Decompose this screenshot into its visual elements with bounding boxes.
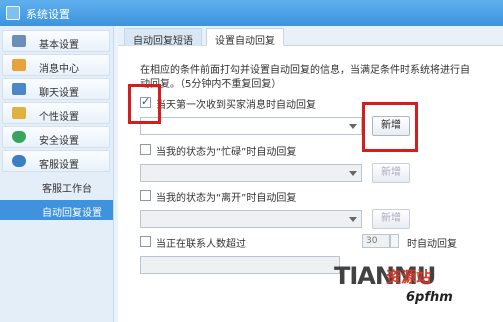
- sidebar-item-messages[interactable]: 消息中心: [2, 54, 110, 76]
- option-contact-count-label: 当正在联系人数超过: [156, 239, 246, 250]
- option-contact-count-checkbox[interactable]: [140, 236, 151, 247]
- sidebar-item-label: 聊天设置: [39, 88, 79, 99]
- sidebar-item-basic[interactable]: 基本设置: [2, 30, 110, 52]
- envelope-icon: [12, 59, 26, 71]
- sidebar-item-label: 客服设置: [39, 160, 79, 171]
- sidebar: 基本设置 消息中心 聊天设置 个性设置 安全设置 客服设置 客服工作台 自动回复…: [0, 26, 114, 322]
- window-title: 系统设置: [26, 8, 70, 21]
- chevron-down-icon: [349, 217, 357, 222]
- sidebar-item-label: 基本设置: [39, 40, 79, 51]
- shield-icon: [12, 131, 26, 143]
- chat-icon: [12, 83, 26, 95]
- sidebar-item-label: 消息中心: [39, 64, 79, 75]
- new-button-disabled[interactable]: 新增: [372, 209, 410, 229]
- contact-count-stepper[interactable]: 30: [362, 234, 390, 248]
- option-away-label: 当我的状态为“离开”时自动回复: [156, 193, 297, 204]
- first-message-reply-select[interactable]: [140, 117, 362, 135]
- chevron-down-icon: [349, 171, 357, 176]
- sidebar-item-personal[interactable]: 个性设置: [2, 102, 110, 124]
- contact-reply-select[interactable]: [140, 256, 340, 274]
- sidebar-item-label: 个性设置: [39, 112, 79, 123]
- tab-auto-reply-phrases[interactable]: 自动回复短语: [124, 28, 202, 47]
- option-first-message-label: 当天第一次收到买家消息时自动回复: [156, 100, 316, 111]
- user-gear-icon: [12, 35, 26, 47]
- busy-reply-select[interactable]: [140, 164, 362, 182]
- chevron-down-icon: [349, 124, 357, 129]
- option-away-checkbox[interactable]: [140, 190, 151, 201]
- option-busy-checkbox[interactable]: [140, 144, 151, 155]
- option-contact-count-suffix: 时自动回复: [407, 239, 457, 250]
- sidebar-subitem-label: 客服工作台: [42, 184, 92, 195]
- globe-icon: [12, 155, 26, 167]
- stepper-arrows[interactable]: [390, 234, 399, 248]
- option-busy-label: 当我的状态为“忙碌”时自动回复: [156, 147, 297, 158]
- away-reply-select[interactable]: [140, 210, 362, 228]
- watermark-site: 资源站: [386, 268, 432, 286]
- new-button-disabled[interactable]: 新增: [372, 163, 410, 183]
- palette-icon: [12, 107, 26, 119]
- sidebar-item-chat[interactable]: 聊天设置: [2, 78, 110, 100]
- title-bar: 系统设置: [0, 0, 503, 26]
- sidebar-subitem-workbench[interactable]: 客服工作台: [0, 176, 113, 196]
- sidebar-subitem-auto-reply[interactable]: 自动回复设置: [0, 200, 113, 220]
- highlight-box-new-button: [362, 102, 418, 152]
- watermark-url: 6pfhm: [406, 290, 453, 305]
- settings-window: 系统设置 基本设置 消息中心 聊天设置 个性设置 安全设置 客服设置 客服工作台…: [0, 0, 503, 322]
- tab-set-auto-reply[interactable]: 设置自动回复: [206, 28, 284, 47]
- tab-bar: 自动回复短语 设置自动回复: [118, 26, 503, 47]
- highlight-box-checkbox: [128, 84, 161, 124]
- description-text: 在相应的条件前面打勾并设置自动回复的信息，当满足条件时系统将进行自动回复。（5分…: [140, 65, 470, 90]
- settings-content: 自动回复短语 设置自动回复 在相应的条件前面打勾并设置自动回复的信息，当满足条件…: [118, 26, 503, 322]
- sidebar-item-security[interactable]: 安全设置: [2, 126, 110, 148]
- sidebar-item-label: 安全设置: [39, 136, 79, 147]
- app-icon: [6, 6, 20, 20]
- sidebar-subitem-label: 自动回复设置: [42, 208, 102, 219]
- sidebar-item-service[interactable]: 客服设置: [2, 150, 110, 172]
